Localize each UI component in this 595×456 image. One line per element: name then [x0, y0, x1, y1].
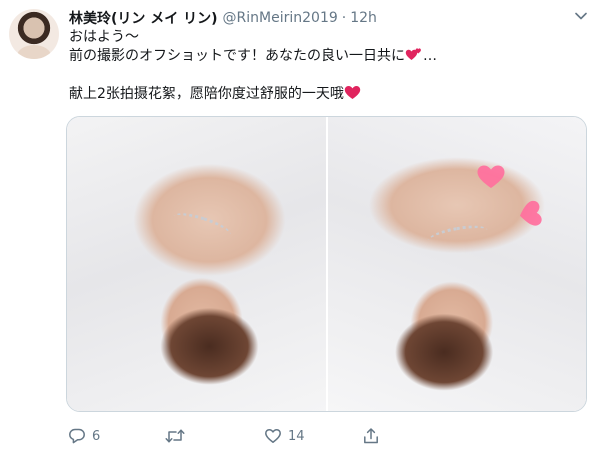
reply-button[interactable]: 6	[68, 425, 100, 447]
like-button[interactable]: 14	[264, 425, 305, 447]
photo-2[interactable]	[327, 117, 586, 411]
separator-dot: ·	[341, 10, 347, 26]
share-icon	[364, 428, 378, 444]
retweet-button[interactable]	[165, 425, 191, 447]
tweet-line-chinese-text: 献上2张拍摄花絮，愿陪你度过舒服的一天哦	[69, 86, 344, 102]
photo-1[interactable]	[67, 117, 326, 411]
user-handle[interactable]: @RinMeirin2019	[223, 10, 338, 26]
tweet-line-chinese: 献上2张拍摄花絮，愿陪你度过舒服的一天哦	[69, 85, 575, 104]
avatar[interactable]	[9, 9, 59, 59]
tweet-text: おはよう〜 前の撮影のオフショットです！あなたの良い一日共に … 献上2张拍摄花…	[69, 28, 575, 104]
tweet-header: 林美玲(リン メイ リン) @RinMeirin2019 · 12h	[69, 8, 377, 28]
display-name[interactable]: 林美玲(リン メイ リン)	[69, 8, 218, 28]
share-button[interactable]	[362, 425, 386, 447]
necklace-detail	[426, 221, 489, 250]
tweet-line-japanese-text: 前の撮影のオフショットです！あなたの良い一日共に	[69, 48, 405, 64]
like-count: 14	[288, 428, 305, 444]
reply-count: 6	[92, 428, 101, 444]
media-gallery[interactable]	[66, 116, 587, 412]
heart-sticker-icon	[477, 165, 504, 188]
tweet-line-break	[69, 66, 575, 85]
red-heart-emoji-icon	[344, 86, 361, 99]
tweet-actions: 6 14	[68, 425, 388, 447]
tweet-line-japanese: 前の撮影のオフショットです！あなたの良い一日共に …	[69, 47, 575, 66]
tweet-line-greeting: おはよう〜	[69, 29, 139, 45]
tweet[interactable]: 林美玲(リン メイ リン) @RinMeirin2019 · 12h おはよう〜…	[0, 0, 595, 456]
two-hearts-emoji-icon	[405, 48, 421, 60]
chevron-down-icon[interactable]	[575, 12, 587, 20]
tweet-line-ellipsis: …	[423, 48, 437, 64]
reply-icon	[69, 428, 85, 444]
heart-sticker-icon	[519, 200, 542, 226]
avatar-shoulder	[17, 45, 51, 59]
timestamp[interactable]: 12h	[350, 10, 377, 26]
heart-icon	[265, 428, 281, 443]
necklace-detail	[170, 208, 234, 243]
retweet-icon	[165, 429, 185, 443]
